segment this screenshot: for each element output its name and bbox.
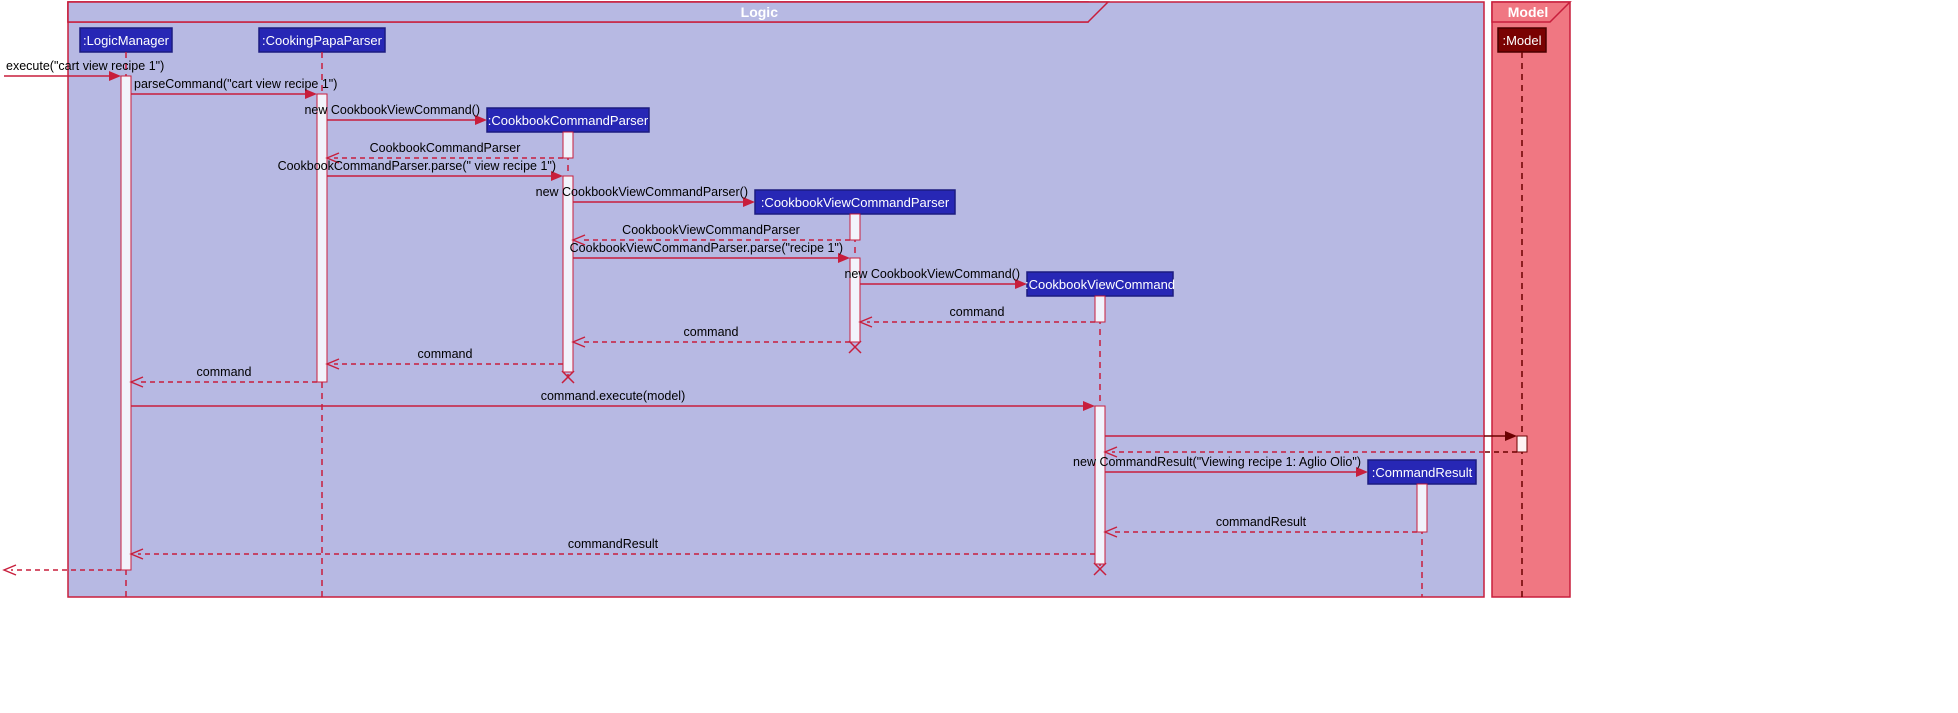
- head-model: :Model: [1498, 28, 1546, 52]
- svg-text::CommandResult: :CommandResult: [1372, 465, 1473, 480]
- head-cookbook-command-parser: :CookbookCommandParser: [487, 108, 649, 132]
- svg-text:new CookbookViewCommandParser(: new CookbookViewCommandParser(): [536, 185, 748, 199]
- svg-text:commandResult: commandResult: [1216, 515, 1307, 529]
- svg-text:new CookbookViewCommand(): new CookbookViewCommand(): [844, 267, 1020, 281]
- head-cookbook-view-command-parser: :CookbookViewCommandParser: [755, 190, 955, 214]
- frame-logic-title: Logic: [741, 4, 779, 20]
- svg-text::CookbookViewCommand: :CookbookViewCommand: [1025, 277, 1175, 292]
- svg-text:execute("cart view recipe 1"): execute("cart view recipe 1"): [6, 59, 164, 73]
- svg-text:parseCommand("cart view recipe: parseCommand("cart view recipe 1"): [134, 77, 337, 91]
- svg-text:command: command: [197, 365, 252, 379]
- svg-text:CookbookViewCommandParser: CookbookViewCommandParser: [622, 223, 800, 237]
- frame-logic: Logic: [68, 2, 1484, 597]
- svg-text::LogicManager: :LogicManager: [83, 33, 170, 48]
- svg-text::CookbookViewCommandParser: :CookbookViewCommandParser: [761, 195, 950, 210]
- svg-text::CookbookCommandParser: :CookbookCommandParser: [488, 113, 649, 128]
- sequence-diagram: Logic Model :LogicManager :CookingPapaPa…: [0, 0, 1958, 713]
- frame-model-title: Model: [1508, 4, 1548, 20]
- head-command-result: :CommandResult: [1368, 460, 1476, 484]
- frame-model: Model: [1492, 2, 1570, 597]
- svg-text:command: command: [950, 305, 1005, 319]
- svg-text:command: command: [684, 325, 739, 339]
- svg-text:new CookbookViewCommand(): new CookbookViewCommand(): [304, 103, 480, 117]
- svg-text:command: command: [418, 347, 473, 361]
- svg-text:command.execute(model): command.execute(model): [541, 389, 686, 403]
- svg-text:new CommandResult("Viewing rec: new CommandResult("Viewing recipe 1: Agl…: [1073, 455, 1361, 469]
- svg-text::CookingPapaParser: :CookingPapaParser: [262, 33, 383, 48]
- head-cookbook-view-command: :CookbookViewCommand: [1025, 272, 1175, 296]
- svg-text:commandResult: commandResult: [568, 537, 659, 551]
- head-logic-manager: :LogicManager: [80, 28, 172, 52]
- svg-text:CookbookViewCommandParser.pars: CookbookViewCommandParser.parse("recipe …: [570, 241, 843, 255]
- head-cooking-papa-parser: :CookingPapaParser: [259, 28, 385, 52]
- svg-text::Model: :Model: [1502, 33, 1541, 48]
- svg-text:CookbookCommandParser.parse(": CookbookCommandParser.parse(" view recip…: [278, 159, 556, 173]
- svg-text:CookbookCommandParser: CookbookCommandParser: [370, 141, 521, 155]
